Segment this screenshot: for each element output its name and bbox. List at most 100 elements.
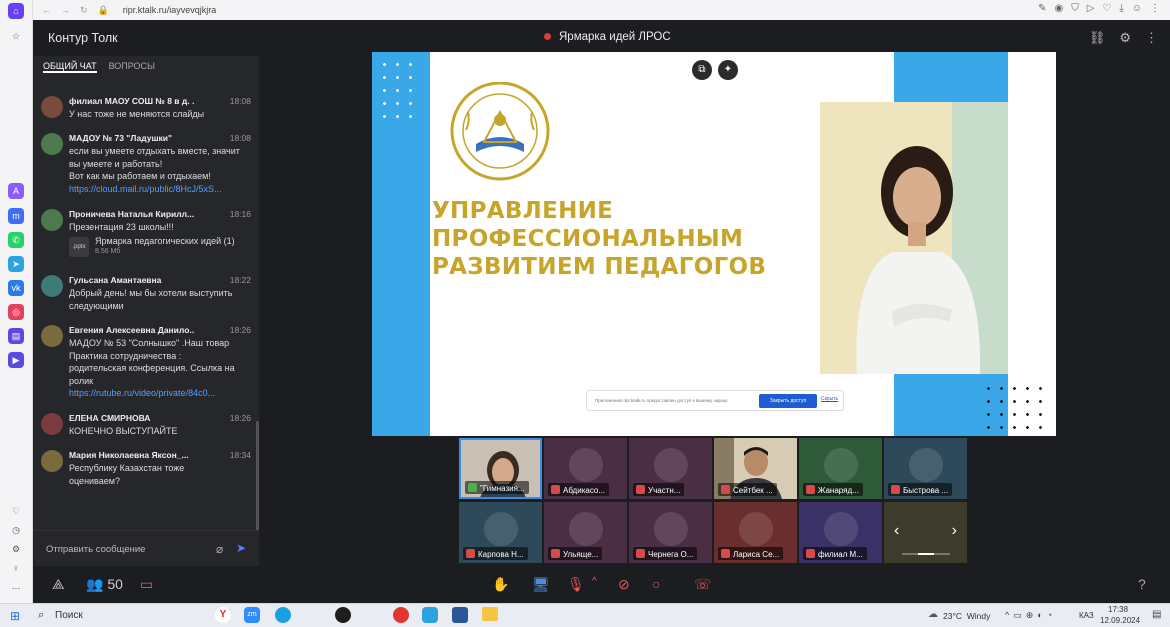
message-text: если вы умеете отдыхать вместе, значит в… (69, 145, 251, 195)
participant-tile[interactable]: Лариса Се... (714, 502, 797, 563)
home-icon[interactable]: ⌂ (8, 3, 24, 19)
participant-tile[interactable]: филиал М... (799, 502, 882, 563)
telegram-icon[interactable] (422, 607, 438, 623)
bulb-icon[interactable]: ♀ (8, 560, 24, 576)
participant-tile[interactable]: Ульяще... (544, 502, 627, 563)
message-line: если вы умеете отдыхать вместе, значит (69, 146, 240, 156)
participant-tile[interactable]: Сейтбек ... (714, 438, 797, 499)
messenger-icon[interactable]: m (8, 208, 24, 224)
edge-icon[interactable] (275, 607, 291, 623)
chat-message: Проничева Наталья Кирилл... 18:16 Презен… (41, 209, 251, 269)
app-icon[interactable]: ▤ (8, 328, 24, 344)
menu-icon[interactable]: ⋮ (1150, 3, 1160, 14)
screen-share-icon (468, 483, 477, 492)
edit-icon[interactable]: ✎ (1038, 3, 1046, 14)
more-icon[interactable]: ⋯ (8, 580, 24, 596)
message-text: МАДОУ № 53 "Солнышко" .Наш товар Практик… (69, 337, 251, 400)
address-bar[interactable]: ripr.ktalk.ru/iayvevqjkjra (123, 5, 217, 15)
help-icon[interactable]: ? (1138, 576, 1146, 592)
video-icon[interactable]: ▶ (8, 352, 24, 368)
record-icon[interactable]: ○ (652, 576, 660, 592)
download-icon[interactable]: ⤓ (1119, 3, 1123, 14)
shapes-icon[interactable]: ⟁ (52, 576, 65, 593)
message-link[interactable]: https://rutube.ru/video/private/84c0... (69, 387, 251, 400)
settings-icon[interactable]: ⚙ (1119, 30, 1131, 46)
close-access-button[interactable]: Закрыть доступ (759, 394, 817, 408)
raise-hand-icon[interactable]: ✋ (492, 576, 509, 593)
participants-button[interactable]: 👥 50 (86, 576, 123, 593)
taskbar-search[interactable]: Поиск (55, 610, 83, 621)
file-size: 8.56 Мб (95, 248, 121, 255)
yandex-browser-icon[interactable]: Y (215, 607, 231, 623)
search-icon[interactable]: ⌕ (38, 609, 44, 622)
tab-general-chat[interactable]: ОБЩИЙ ЧАТ (43, 61, 97, 73)
profile-icon[interactable]: ☺ (1132, 3, 1142, 14)
folder-icon[interactable] (482, 607, 498, 621)
alice-icon[interactable]: A (8, 183, 24, 199)
reload-icon[interactable]: ↻ (80, 5, 88, 16)
chat-message: Мария Николаевна Яксон_... 18:34 Республ… (41, 450, 251, 490)
heart-icon[interactable]: ♡ (8, 503, 24, 519)
clock-date[interactable]: 12.09.2024 (1100, 616, 1140, 625)
tray-icons[interactable]: ^▭⊕◐◔ (1005, 610, 1056, 621)
settings-icon[interactable]: ⚙ (8, 541, 24, 557)
participant-tile[interactable]: Быстрова ... (884, 438, 967, 499)
participant-tile[interactable]: Чернега О... (629, 502, 712, 563)
clock-time[interactable]: 17:38 (1108, 605, 1128, 614)
shield-icon[interactable]: ⛉ (1071, 3, 1079, 14)
chat-input-placeholder: Отправить сообщение (46, 544, 146, 555)
history-icon[interactable]: ◷ (8, 522, 24, 538)
windows-start-icon[interactable]: ⊞ (10, 609, 20, 623)
star-icon[interactable]: ☆ (8, 28, 24, 44)
slide-toolbar: ⧉ ✦ (692, 60, 738, 80)
play-icon[interactable]: ▷ (1087, 3, 1095, 14)
opera-icon[interactable] (393, 607, 409, 623)
participant-tile[interactable]: Участн... (629, 438, 712, 499)
chevron-up-icon[interactable]: ^ (592, 576, 597, 587)
notification-icon[interactable]: ▤ (1152, 609, 1161, 620)
chat-scrollbar[interactable] (256, 421, 259, 531)
mic-off-icon (721, 549, 730, 558)
file-attachment[interactable]: .pptx Ярмарка педагогических идей (1) 8.… (69, 234, 251, 260)
prev-page-icon[interactable]: ‹ (894, 522, 899, 540)
zoom-icon[interactable]: zm (244, 607, 260, 623)
participant-tile[interactable]: Жанаряд... (799, 438, 882, 499)
keyboard-language[interactable]: КАЗ (1079, 611, 1094, 620)
chat-icon[interactable]: ▭ (140, 576, 153, 593)
participant-tile[interactable]: "Гимназия... (459, 438, 542, 499)
mic-off-icon[interactable]: 🎙 (567, 576, 585, 593)
next-page-icon[interactable]: › (952, 522, 957, 540)
camera-off-icon[interactable]: ⊘ (618, 576, 630, 593)
instagram-icon[interactable]: ◎ (8, 304, 24, 320)
hide-notice-link[interactable]: Скрыть (821, 396, 838, 402)
vk-icon[interactable]: vk (8, 280, 24, 296)
screen-share-icon[interactable]: 🖥 (532, 576, 550, 593)
camera-icon[interactable]: ◉ (1054, 3, 1063, 14)
back-icon[interactable]: ← (42, 5, 51, 16)
participant-tile[interactable]: Карпова Н... (459, 502, 542, 563)
outlook-icon[interactable] (452, 607, 468, 623)
copy-icon[interactable]: ⧉ (692, 60, 712, 80)
telegram-icon[interactable]: ➤ (8, 256, 24, 272)
tab-questions[interactable]: ВОПРОСЫ (109, 61, 155, 73)
message-time: 18:08 (229, 96, 251, 106)
participant-name: "Гимназия... (465, 481, 529, 494)
heart-icon[interactable]: ♡ (1102, 3, 1111, 14)
attach-icon[interactable]: ⌀ (216, 542, 223, 556)
send-icon[interactable]: ➤ (236, 541, 246, 555)
chrome-icon[interactable] (335, 607, 351, 623)
sparkle-icon[interactable]: ✦ (718, 60, 738, 80)
message-time: 18:34 (229, 450, 251, 460)
participant-tile[interactable]: Абдикасо... (544, 438, 627, 499)
message-line: Добрый день! мы бы хотели выступить (69, 288, 233, 298)
whatsapp-icon[interactable]: ✆ (8, 232, 24, 248)
link-icon[interactable]: ⛓ (1089, 30, 1106, 46)
message-time: 18:26 (229, 413, 251, 423)
chat-message: ЕЛЕНА СМИРНОВА 18:26 КОНЕЧНО ВЫСТУПАЙТЕ (41, 413, 251, 441)
chat-input[interactable]: Отправить сообщение ⌀ ➤ (34, 530, 259, 566)
more-icon[interactable]: ⋮ (1145, 30, 1158, 46)
forward-icon[interactable]: → (61, 5, 70, 16)
message-link[interactable]: https://cloud.mail.ru/public/8HcJ/5xS... (69, 183, 251, 196)
hang-up-icon[interactable]: ☏ (694, 576, 712, 593)
participant-name: Чернега О... (633, 547, 698, 560)
